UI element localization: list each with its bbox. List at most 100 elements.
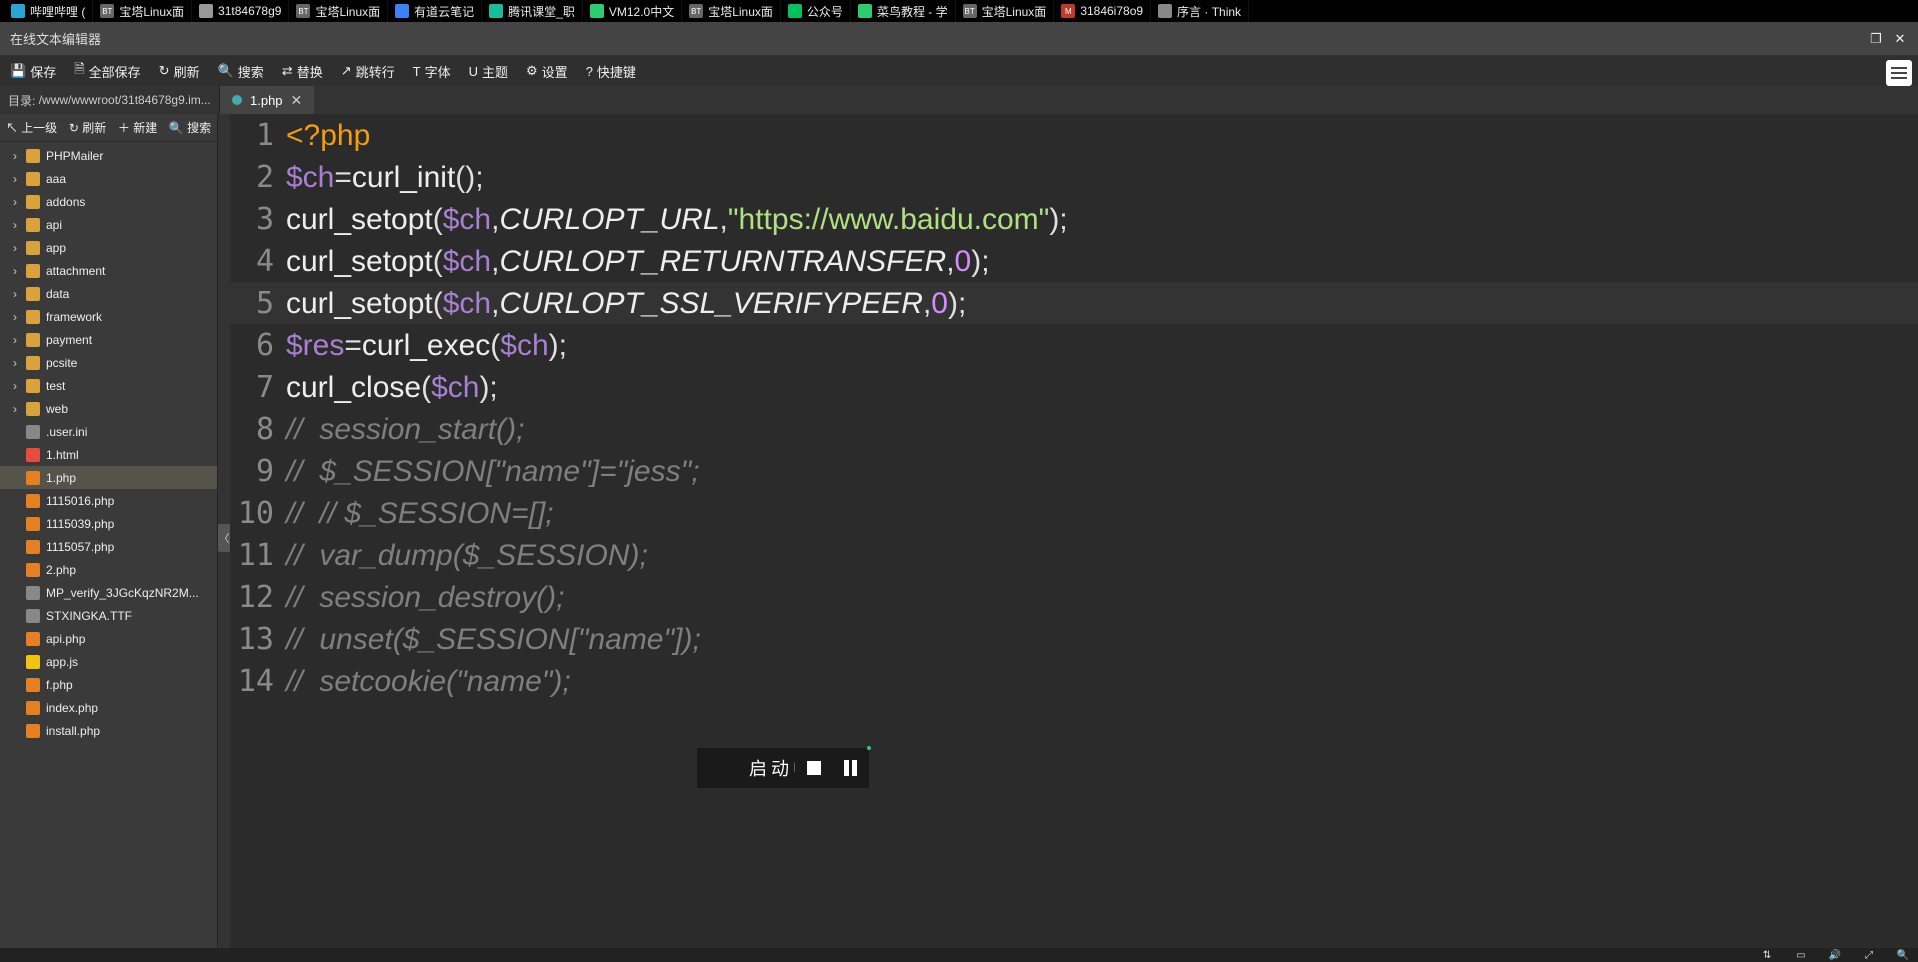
- tree-file[interactable]: 1115039.php: [0, 512, 217, 535]
- code-content: // setcookie("name");: [286, 664, 571, 699]
- tree-folder[interactable]: ›payment: [0, 328, 217, 351]
- code-line[interactable]: 1<?php: [230, 114, 1918, 156]
- code-line[interactable]: 4curl_setopt($ch,CURLOPT_RETURNTRANSFER,…: [230, 240, 1918, 282]
- up-level-button[interactable]: ↖ 上一级: [6, 119, 57, 136]
- stop-icon[interactable]: [807, 761, 821, 775]
- code-line[interactable]: 8// session_start();: [230, 408, 1918, 450]
- tree-folder[interactable]: ›test: [0, 374, 217, 397]
- save-button[interactable]: 💾保存: [10, 62, 56, 81]
- open-file-name: 1.php: [250, 93, 283, 108]
- tree-file[interactable]: 1.html: [0, 443, 217, 466]
- file-tree[interactable]: ›PHPMailer›aaa›addons›api›app›attachment…: [0, 142, 217, 962]
- chevron-left-icon: 〈: [218, 524, 231, 552]
- tree-folder[interactable]: ›api: [0, 213, 217, 236]
- status-icon-4[interactable]: ⤢: [1862, 948, 1876, 962]
- tree-file[interactable]: STXINGKA.TTF: [0, 604, 217, 627]
- tree-file[interactable]: f.php: [0, 673, 217, 696]
- save-all-button[interactable]: 🗎全部保存: [74, 60, 140, 82]
- browser-tab[interactable]: BT宝塔Linux面: [956, 0, 1055, 22]
- browser-tab[interactable]: 菜鸟教程 - 学: [851, 0, 956, 22]
- browser-tab[interactable]: BT宝塔Linux面: [682, 0, 781, 22]
- code-line[interactable]: 13// unset($_SESSION["name"]);: [230, 618, 1918, 660]
- browser-tab[interactable]: M31846i78o9: [1054, 0, 1151, 22]
- code-line[interactable]: 5curl_setopt($ch,CURLOPT_SSL_VERIFYPEER,…: [230, 282, 1918, 324]
- browser-tab-label: VM12.0中文: [609, 3, 674, 20]
- browser-tab[interactable]: 序言 · Think: [1151, 0, 1249, 22]
- browser-tab[interactable]: VM12.0中文: [583, 0, 682, 22]
- help-icon: ?: [586, 64, 593, 79]
- folder-icon: [26, 218, 40, 232]
- tree-folder[interactable]: ›data: [0, 282, 217, 305]
- code-line[interactable]: 10// // $_SESSION=[];: [230, 492, 1918, 534]
- status-icon-3[interactable]: 🔊: [1828, 948, 1842, 962]
- close-icon[interactable]: ✕: [1892, 31, 1908, 47]
- favicon-icon: [199, 4, 213, 18]
- tree-item-label: 2.php: [46, 563, 76, 577]
- tree-file[interactable]: index.php: [0, 696, 217, 719]
- tree-file[interactable]: install.php: [0, 719, 217, 742]
- tree-folder[interactable]: ›attachment: [0, 259, 217, 282]
- tree-file[interactable]: 1.php: [0, 466, 217, 489]
- shortcut-button[interactable]: ?快捷键: [586, 62, 636, 81]
- sidebar-search-button[interactable]: 🔍 搜索: [169, 119, 211, 136]
- caret-icon: ›: [10, 149, 20, 163]
- menu-hamburger-icon[interactable]: [1886, 60, 1912, 86]
- browser-tab[interactable]: 公众号: [781, 0, 851, 22]
- tab-close-icon[interactable]: ✕: [291, 92, 303, 109]
- restore-icon[interactable]: ❐: [1868, 31, 1884, 47]
- new-file-button[interactable]: ＋ 新建: [118, 119, 157, 136]
- browser-tab[interactable]: 有道云笔记: [388, 0, 482, 22]
- line-number: 3: [230, 202, 286, 237]
- browser-tab[interactable]: BT宝塔Linux面: [93, 0, 192, 22]
- code-line[interactable]: 12// session_destroy();: [230, 576, 1918, 618]
- status-icon-1[interactable]: ⇅: [1760, 948, 1774, 962]
- tree-file[interactable]: MP_verify_3JGcKqzNR2M...: [0, 581, 217, 604]
- tree-item-label: 1.html: [46, 448, 79, 462]
- code-line[interactable]: 14// setcookie("name");: [230, 660, 1918, 702]
- browser-tab[interactable]: 哔哩哔哩 (: [4, 0, 93, 22]
- tree-folder[interactable]: ›pcsite: [0, 351, 217, 374]
- search-button[interactable]: 🔍搜索: [218, 62, 264, 81]
- tree-file[interactable]: app.js: [0, 650, 217, 673]
- file-icon: [26, 655, 40, 669]
- tree-item-label: aaa: [46, 172, 66, 186]
- sidebar-refresh-button[interactable]: ↻ 刷新: [69, 119, 106, 136]
- tree-file[interactable]: 1115016.php: [0, 489, 217, 512]
- replace-button[interactable]: ⇄替换: [282, 62, 323, 81]
- tree-folder[interactable]: ›framework: [0, 305, 217, 328]
- code-line[interactable]: 9// $_SESSION["name"]="jess";: [230, 450, 1918, 492]
- open-file-tab[interactable]: 1.php ✕: [220, 86, 314, 114]
- pause-icon[interactable]: [844, 760, 857, 776]
- tree-item-label: .user.ini: [46, 425, 87, 439]
- tree-folder[interactable]: ›app: [0, 236, 217, 259]
- line-number: 14: [230, 664, 286, 699]
- tree-file[interactable]: 1115057.php: [0, 535, 217, 558]
- browser-tab[interactable]: 31t84678g9: [192, 0, 289, 22]
- code-line[interactable]: 2$ch=curl_init();: [230, 156, 1918, 198]
- tree-file[interactable]: .user.ini: [0, 420, 217, 443]
- code-line[interactable]: 6$res=curl_exec($ch);: [230, 324, 1918, 366]
- code-line[interactable]: 7curl_close($ch);: [230, 366, 1918, 408]
- tree-folder[interactable]: ›PHPMailer: [0, 144, 217, 167]
- tree-file[interactable]: api.php: [0, 627, 217, 650]
- tree-file[interactable]: 2.php: [0, 558, 217, 581]
- font-button[interactable]: T字体: [413, 62, 451, 81]
- code-line[interactable]: 11// var_dump($_SESSION);: [230, 534, 1918, 576]
- goto-line-button[interactable]: ↗跳转行: [341, 62, 395, 81]
- refresh-button[interactable]: ↻刷新: [159, 62, 200, 81]
- theme-button[interactable]: U主题: [469, 62, 508, 81]
- browser-tab[interactable]: 腾讯课堂_职: [482, 0, 583, 22]
- tree-folder[interactable]: ›addons: [0, 190, 217, 213]
- code-editor[interactable]: 1<?php2$ch=curl_init();3curl_setopt($ch,…: [230, 114, 1918, 962]
- code-content: // // $_SESSION=[];: [286, 496, 554, 531]
- tree-folder[interactable]: ›aaa: [0, 167, 217, 190]
- status-icon-2[interactable]: ▭: [1794, 948, 1808, 962]
- browser-tab-label: 公众号: [807, 3, 843, 20]
- settings-button[interactable]: ⚙设置: [526, 62, 568, 81]
- sidebar-collapser[interactable]: 〈: [218, 114, 230, 962]
- line-number: 9: [230, 454, 286, 489]
- code-line[interactable]: 3curl_setopt($ch,CURLOPT_URL,"https://ww…: [230, 198, 1918, 240]
- browser-tab[interactable]: BT宝塔Linux面: [289, 0, 388, 22]
- status-icon-5[interactable]: 🔍: [1896, 948, 1910, 962]
- tree-folder[interactable]: ›web: [0, 397, 217, 420]
